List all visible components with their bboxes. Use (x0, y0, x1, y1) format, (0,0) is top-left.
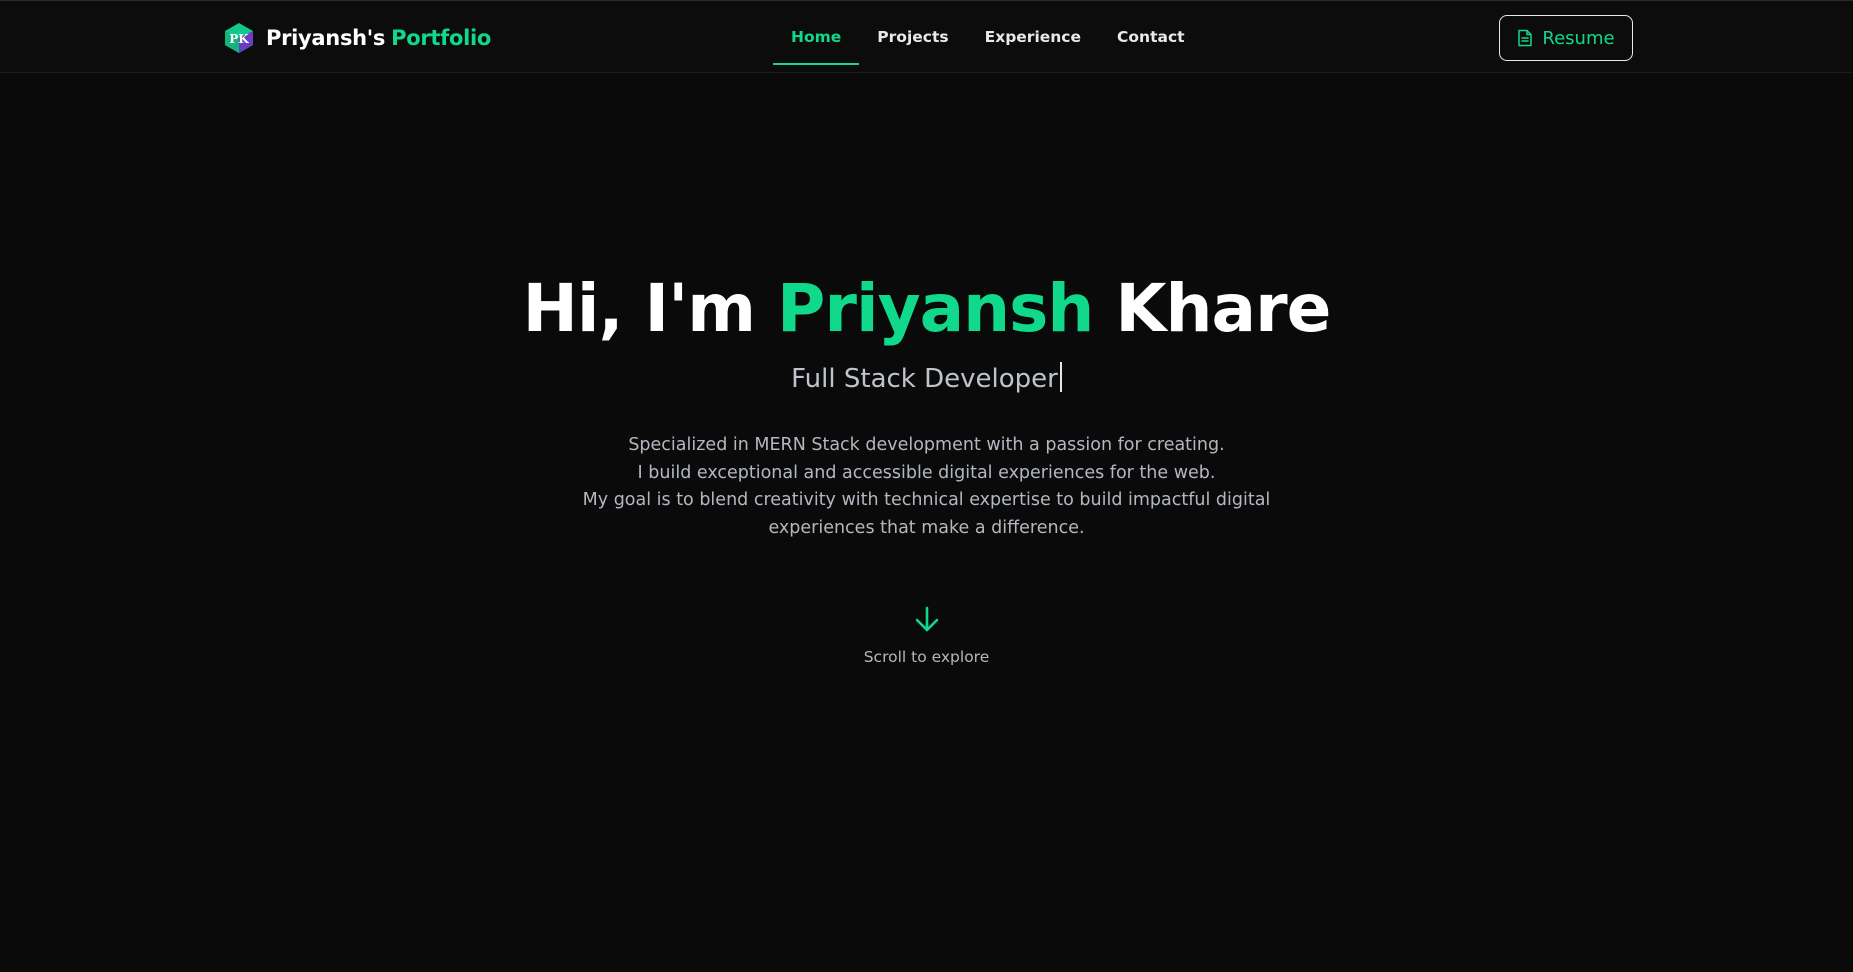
hero-description: Specialized in MERN Stack development wi… (567, 432, 1287, 542)
hero-section: Hi, I'm Priyansh Khare Full Stack Develo… (0, 270, 1853, 542)
description-line: I build exceptional and accessible digit… (637, 462, 1216, 483)
description-line: My goal is to blend creativity with tech… (582, 490, 1271, 538)
hero-title: Hi, I'm Priyansh Khare (0, 270, 1853, 348)
pk-logo-icon: PK (225, 23, 253, 53)
hero-first-name: Priyansh (777, 270, 1094, 347)
hero-role: Full Stack Developer (0, 362, 1853, 396)
role-text: Full Stack Developer (791, 364, 1058, 394)
logo-text: PK (229, 32, 249, 46)
hero-last-name: Khare (1115, 270, 1331, 347)
brand-name: Priyansh's (266, 26, 386, 50)
description-line: Specialized in MERN Stack development wi… (628, 435, 1225, 455)
brand-link[interactable]: PK Priyansh's Portfolio (224, 22, 491, 54)
resume-button[interactable]: Resume (1499, 15, 1633, 61)
brand-text: Priyansh's Portfolio (266, 26, 491, 50)
nav-item-home[interactable]: Home (773, 9, 860, 65)
hero-greeting: Hi, I'm (522, 270, 756, 347)
arrow-down-icon (915, 606, 938, 632)
nav-item-contact[interactable]: Contact (1099, 9, 1203, 65)
scroll-indicator[interactable]: Scroll to explore (0, 604, 1853, 666)
brand-accent: Portfolio (391, 26, 492, 50)
scroll-label: Scroll to explore (863, 648, 990, 666)
main-nav: Home Projects Experience Contact (773, 1, 1203, 73)
nav-item-experience[interactable]: Experience (967, 9, 1099, 65)
file-text-icon (1518, 29, 1533, 47)
navbar: PK Priyansh's Portfolio Home Projects Exp… (0, 0, 1853, 73)
typing-cursor (1059, 362, 1062, 392)
resume-label: Resume (1542, 27, 1615, 49)
nav-item-projects[interactable]: Projects (859, 9, 966, 65)
